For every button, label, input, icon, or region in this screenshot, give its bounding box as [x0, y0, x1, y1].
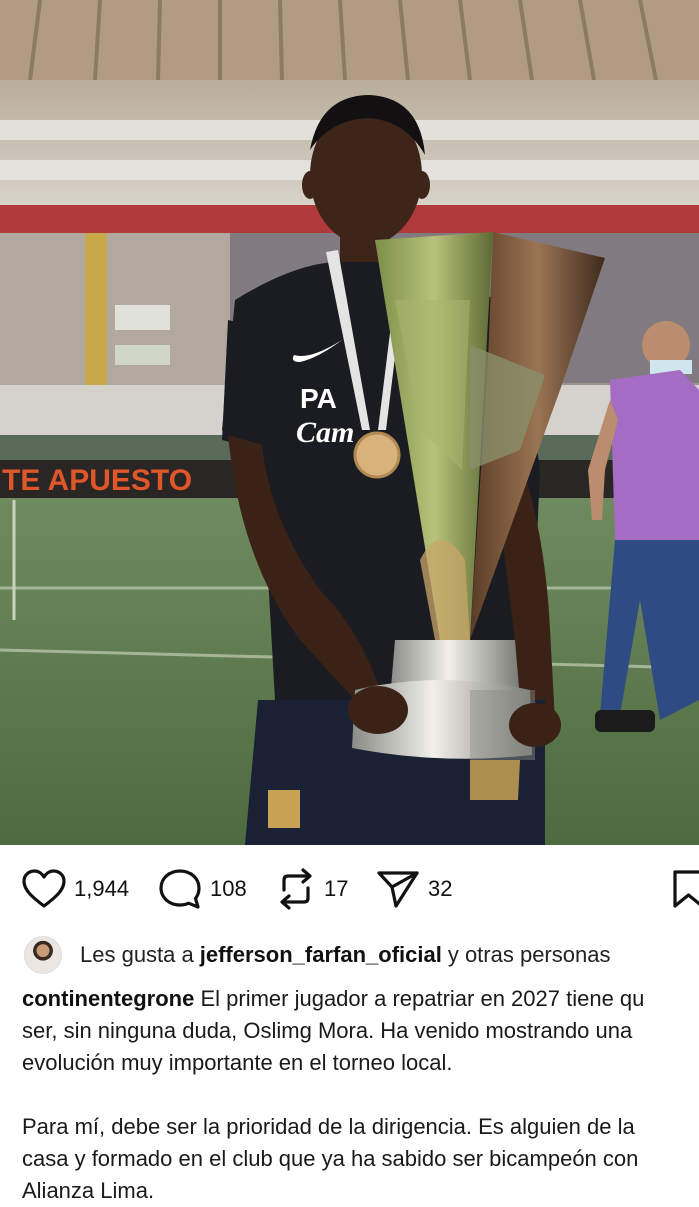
player-with-trophy-image: TE APUESTO PA Cam: [0, 0, 699, 845]
shirt-text-line1: PA: [300, 383, 337, 414]
like-count: 1,944: [74, 876, 130, 901]
post-actions-bar: 1,944 108 17 32: [0, 860, 699, 918]
liked-by-suffix[interactable]: y otras personas: [448, 942, 611, 968]
share-count: 32: [428, 876, 453, 901]
caption-paragraph-gap: [22, 1079, 699, 1111]
caption-line-1-text: El primer jugador a repatriar en 2027 ti…: [200, 986, 645, 1011]
caption-username[interactable]: continentegrone: [22, 986, 194, 1011]
repost-count: 17: [324, 876, 349, 901]
ad-board-text: TE APUESTO: [2, 464, 192, 497]
comment-bubble-icon: [159, 869, 201, 909]
shirt-text-line2: Cam: [296, 416, 354, 449]
caption-line-4: Para mí, debe ser la prioridad de la dir…: [22, 1114, 635, 1139]
comment-button[interactable]: 108: [158, 868, 247, 910]
bookmark-icon: [673, 870, 699, 908]
save-button[interactable]: [672, 868, 699, 910]
like-button[interactable]: 1,944: [22, 868, 129, 910]
liker-avatar[interactable]: [24, 936, 62, 974]
comment-count: 108: [210, 876, 247, 901]
share-button[interactable]: 32: [376, 868, 452, 910]
post-caption: continentegrone El primer jugador a repa…: [22, 983, 699, 1207]
caption-line-1: continentegrone El primer jugador a repa…: [22, 983, 699, 1015]
caption-line-5: casa y formado en el club que ya ha sabi…: [22, 1146, 639, 1171]
repost-button[interactable]: 17: [276, 868, 348, 910]
caption-line-6: Alianza Lima.: [22, 1178, 155, 1203]
liked-by-username[interactable]: jefferson_farfan_oficial: [200, 942, 442, 968]
liked-by-prefix: Les gusta a: [80, 942, 194, 967]
repost-arrows-icon: [280, 868, 312, 910]
heart-icon: [22, 869, 66, 908]
post-photo[interactable]: TE APUESTO PA Cam: [0, 0, 699, 845]
send-paper-plane-icon: [377, 871, 419, 908]
liked-by-line: Les gusta a jefferson_farfan_oficial y o…: [24, 934, 699, 976]
caption-line-3: evolución muy importante en el torneo lo…: [22, 1050, 453, 1075]
caption-line-2: ser, sin ninguna duda, Oslimg Mora. Ha v…: [22, 1018, 633, 1043]
